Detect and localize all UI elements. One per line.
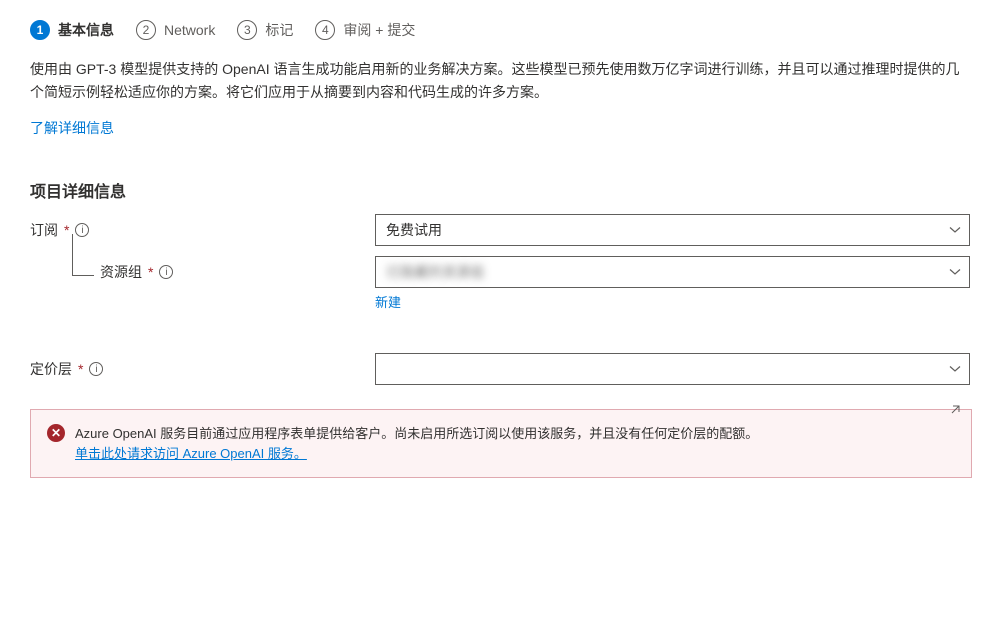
error-banner: ✕ Azure OpenAI 服务目前通过应用程序表单提供给客户。尚未启用所选订… <box>30 409 972 478</box>
tree-connector <box>72 234 94 276</box>
tab-label: 审阅 + 提交 <box>343 20 415 40</box>
error-text: Azure OpenAI 服务目前通过应用程序表单提供给客户。尚未启用所选订阅以… <box>75 424 758 463</box>
required-asterisk: * <box>148 264 153 280</box>
info-icon[interactable]: i <box>89 362 103 376</box>
section-project-details: 项目详细信息 <box>30 178 978 202</box>
error-icon: ✕ <box>47 424 65 442</box>
resource-group-select[interactable]: 已隐藏的资源组 <box>375 256 970 288</box>
row-pricing-tier: 定价层 * i <box>30 353 978 385</box>
external-link-icon <box>949 402 961 422</box>
select-value: 已隐藏的资源组 <box>386 262 484 282</box>
tab-label: 基本信息 <box>58 20 114 40</box>
tab-tags[interactable]: 3 标记 <box>237 20 293 40</box>
required-asterisk: * <box>64 222 69 238</box>
chevron-down-icon <box>949 363 961 375</box>
select-value: 免费试用 <box>386 220 442 240</box>
create-new-link[interactable]: 新建 <box>375 292 401 311</box>
pricing-tier-select[interactable] <box>375 353 970 385</box>
tab-label: 标记 <box>265 20 293 40</box>
label-text: 订阅 <box>30 220 58 240</box>
label-text: 定价层 <box>30 359 72 379</box>
tab-number: 2 <box>136 20 156 40</box>
tab-number: 4 <box>315 20 335 40</box>
tab-basics[interactable]: 1 基本信息 <box>30 20 114 40</box>
subscription-select[interactable]: 免费试用 <box>375 214 970 246</box>
label-pricing-tier: 定价层 * i <box>30 353 375 379</box>
tab-network[interactable]: 2 Network <box>136 20 215 40</box>
chevron-down-icon <box>949 266 961 278</box>
label-text: 资源组 <box>100 262 142 282</box>
row-resource-group: 资源组 * i 已隐藏的资源组 新建 <box>30 256 978 311</box>
tab-label: Network <box>164 22 215 38</box>
description-text: 使用由 GPT-3 模型提供支持的 OpenAI 语言生成功能启用新的业务解决方… <box>30 58 970 104</box>
row-subscription: 订阅 * i 免费试用 <box>30 214 978 246</box>
tab-review[interactable]: 4 审阅 + 提交 <box>315 20 415 40</box>
wizard-tabs: 1 基本信息 2 Network 3 标记 4 审阅 + 提交 <box>30 20 978 40</box>
tab-number: 3 <box>237 20 257 40</box>
chevron-down-icon <box>949 224 961 236</box>
required-asterisk: * <box>78 361 83 377</box>
error-message: Azure OpenAI 服务目前通过应用程序表单提供给客户。尚未启用所选订阅以… <box>75 426 758 441</box>
request-access-link[interactable]: 单击此处请求访问 Azure OpenAI 服务。 <box>75 446 307 461</box>
learn-more-link[interactable]: 了解详细信息 <box>30 118 114 138</box>
label-resource-group: 资源组 * i <box>30 256 375 282</box>
tab-number: 1 <box>30 20 50 40</box>
info-icon[interactable]: i <box>159 265 173 279</box>
